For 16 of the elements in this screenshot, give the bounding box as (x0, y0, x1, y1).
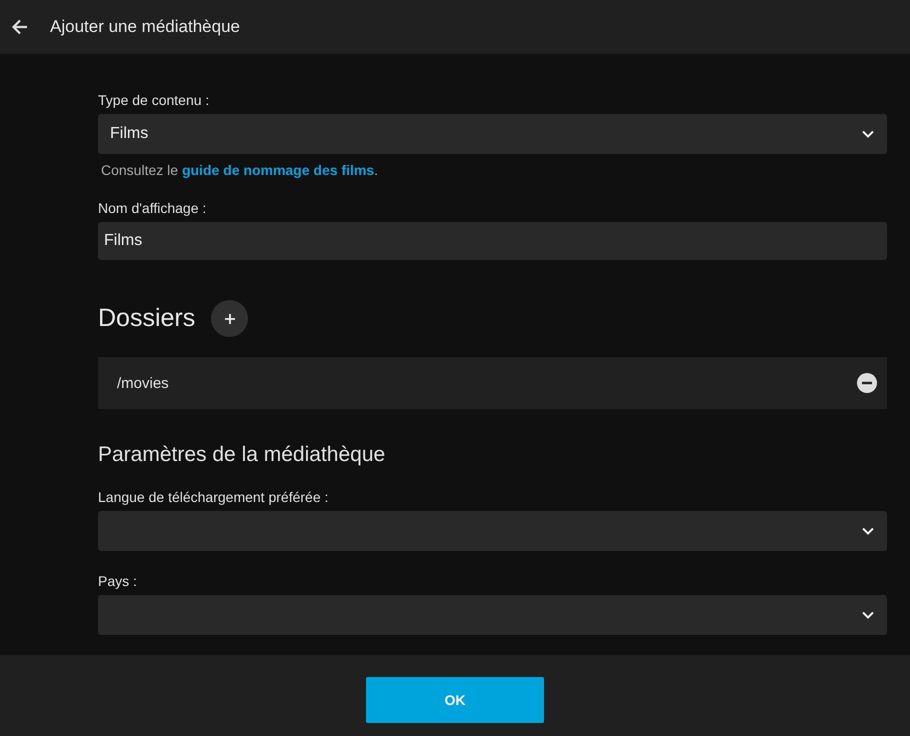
field-label: Nom d'affichage : (98, 200, 208, 216)
help-text: Consultez le guide de nommage des films. (100, 162, 379, 178)
folder-path: /movies (117, 374, 169, 392)
field-label: Pays : (98, 573, 138, 589)
naming-guide-link[interactable]: guide de nommage des films (182, 162, 374, 178)
text-field[interactable]: Films (98, 222, 887, 260)
add-folder-button[interactable] (211, 300, 248, 337)
page-title: Ajouter une médiathèque (50, 17, 240, 37)
plus-icon (222, 312, 237, 326)
field-label: Langue de téléchargement préférée : (98, 489, 330, 505)
section-title: Dossiers (98, 304, 196, 333)
remove-icon[interactable] (857, 373, 877, 393)
back-arrow-icon[interactable] (10, 17, 30, 37)
field-label: Type de contenu : (98, 92, 210, 108)
dropdown[interactable]: Films (98, 114, 887, 154)
section-title: Paramètres de la médiathèque (98, 443, 386, 467)
